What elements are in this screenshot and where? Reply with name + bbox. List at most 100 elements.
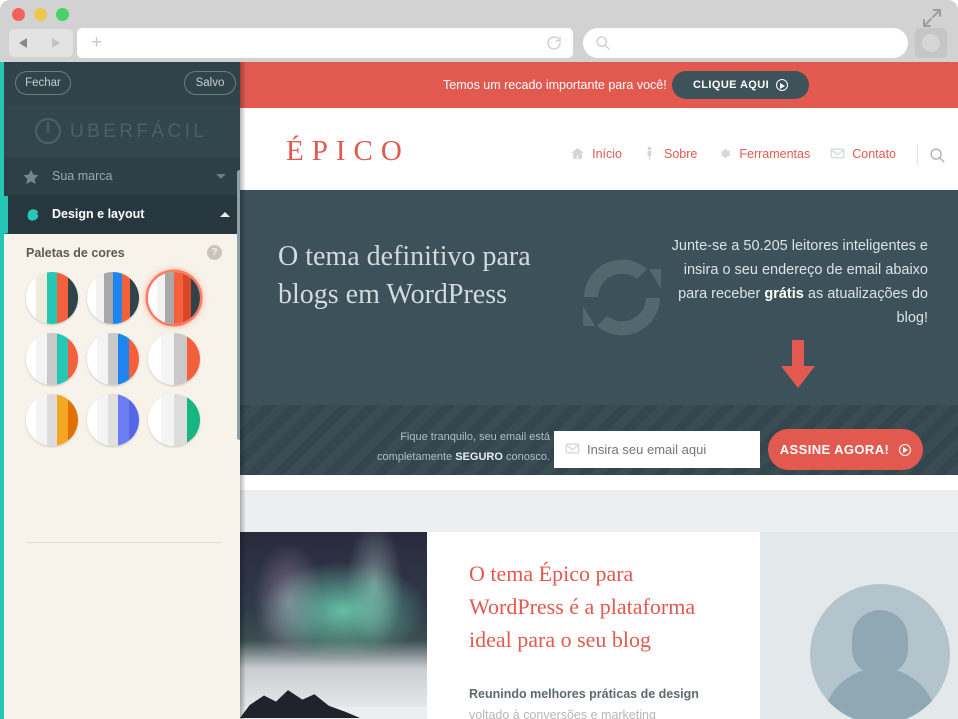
forward-arrow-icon xyxy=(52,38,60,48)
palette-band xyxy=(46,333,58,385)
palette-swatch-8[interactable] xyxy=(87,394,139,446)
palette-band xyxy=(161,394,174,446)
browser-search-bar[interactable] xyxy=(583,28,908,58)
divider xyxy=(26,542,222,543)
palette-bands xyxy=(148,394,200,446)
envelope-icon xyxy=(565,441,580,456)
reload-icon[interactable] xyxy=(545,34,563,52)
notice-text: Temos um recado importante para você! xyxy=(443,78,667,92)
subscribe-button[interactable]: ASSINE AGORA! xyxy=(768,429,923,470)
close-customizer-button[interactable]: Fechar xyxy=(15,71,71,95)
palette-bands xyxy=(148,272,200,324)
palette-band xyxy=(118,394,129,446)
palette-band xyxy=(87,394,98,446)
palette-band xyxy=(187,333,200,385)
new-tab-icon[interactable]: + xyxy=(91,33,105,52)
site-logo[interactable]: ÉPICO xyxy=(286,135,410,168)
optin-note: Fique tranquilo, seu email está completa… xyxy=(370,427,550,467)
post-title[interactable]: O tema Épico para WordPress é a platafor… xyxy=(469,557,719,656)
palette-bands xyxy=(87,394,139,446)
palette-band xyxy=(67,272,78,324)
palette-swatch-5[interactable] xyxy=(87,333,139,385)
nav-label: Ferramentas xyxy=(739,146,811,161)
customizer-panel: Paletas de cores ? Sobrescrever cor prin… xyxy=(4,234,240,719)
palette-bands xyxy=(26,272,78,324)
hero-copy: Junte-se a 50.205 leitores inteligentes … xyxy=(660,234,928,330)
palette-bands xyxy=(87,272,139,324)
email-input[interactable] xyxy=(554,431,760,468)
palette-band xyxy=(26,272,37,324)
address-bar[interactable]: + xyxy=(77,28,573,58)
circle-arrow-right-icon xyxy=(899,443,912,456)
palette-band xyxy=(165,272,174,324)
nav-item-sobre[interactable]: Sobre xyxy=(642,146,697,161)
browser-titlebar xyxy=(0,0,958,27)
palette-band xyxy=(97,394,108,446)
palette-swatch-6[interactable] xyxy=(148,333,200,385)
brand-name: UBERFÁCIL xyxy=(70,121,208,142)
customizer-sidebar: Fechar Salvo UBERFÁCIL Sua marca Design … xyxy=(0,62,240,719)
palette-swatch-1[interactable] xyxy=(26,272,78,324)
customizer-topbar: Fechar Salvo xyxy=(4,62,240,105)
post-section: O tema Épico para WordPress é a platafor… xyxy=(240,490,958,719)
sidebar-item-sua-marca[interactable]: Sua marca xyxy=(4,158,240,196)
help-icon[interactable]: ? xyxy=(207,245,222,260)
optin-section: Fique tranquilo, seu email está completa… xyxy=(240,405,958,490)
gear-icon xyxy=(717,146,732,161)
post-card: O tema Épico para WordPress é a platafor… xyxy=(427,532,760,719)
palette-band xyxy=(161,333,174,385)
optin-note-bold: SEGURO xyxy=(455,451,503,463)
palette-swatch-7[interactable] xyxy=(26,394,78,446)
mountain-shape xyxy=(240,690,360,718)
hero-copy-suffix: as atualizações do blog! xyxy=(803,286,928,326)
notice-cta-button[interactable]: CLIQUE AQUI xyxy=(672,71,809,99)
palette-bands xyxy=(87,333,139,385)
notice-bar: Temos um recado importante para você! CL… xyxy=(240,62,958,108)
palette-band xyxy=(191,272,200,324)
palette-band xyxy=(148,394,161,446)
nav-button-group xyxy=(9,29,73,57)
profile-button[interactable] xyxy=(915,28,947,58)
save-status-button[interactable]: Salvo xyxy=(184,71,236,95)
palette-band xyxy=(187,394,200,446)
post-image[interactable] xyxy=(240,532,427,718)
back-button[interactable] xyxy=(9,29,41,57)
palette-band xyxy=(26,333,37,385)
palette-band xyxy=(57,272,68,324)
browser-toolbar: + xyxy=(0,24,958,62)
site-preview: Temos um recado importante para você! CL… xyxy=(240,62,958,719)
site-nav: Início Sobre Ferramentas Contato xyxy=(570,146,896,161)
palette-band xyxy=(112,272,122,324)
nav-item-ferramentas[interactable]: Ferramentas xyxy=(717,146,810,161)
notice-cta-label: CLIQUE AQUI xyxy=(692,79,770,91)
envelope-icon xyxy=(830,146,845,161)
sidebar-item-label: Sua marca xyxy=(52,169,113,183)
palettes-title: Paletas de cores xyxy=(26,246,125,260)
subscribe-label: ASSINE AGORA! xyxy=(779,442,890,457)
chevron-down-icon xyxy=(216,174,226,179)
palette-band xyxy=(87,272,96,324)
back-arrow-icon xyxy=(19,38,27,48)
palette-band xyxy=(36,272,47,324)
palette-band xyxy=(128,394,139,446)
nav-item-contato[interactable]: Contato xyxy=(830,146,896,161)
palette-band xyxy=(97,333,108,385)
palette-band xyxy=(156,272,166,324)
palette-band xyxy=(148,272,157,324)
search-icon[interactable] xyxy=(929,147,946,164)
palette-swatch-4[interactable] xyxy=(26,333,78,385)
window-minimize-button[interactable] xyxy=(34,8,47,21)
palette-swatch-3[interactable] xyxy=(148,272,200,324)
sidebar-item-design-e-layout[interactable]: Design e layout xyxy=(4,196,240,234)
window-close-button[interactable] xyxy=(12,8,25,21)
design-icon xyxy=(24,207,41,224)
window-zoom-button[interactable] xyxy=(56,8,69,21)
palette-swatch-9[interactable] xyxy=(148,394,200,446)
palette-band xyxy=(57,394,68,446)
nav-item-inicio[interactable]: Início xyxy=(570,146,622,161)
palette-bands xyxy=(26,394,78,446)
palette-swatch-2[interactable] xyxy=(87,272,139,324)
forward-button[interactable] xyxy=(41,29,73,57)
sidebar-item-label: Design e layout xyxy=(52,207,145,221)
palette-band xyxy=(26,394,37,446)
